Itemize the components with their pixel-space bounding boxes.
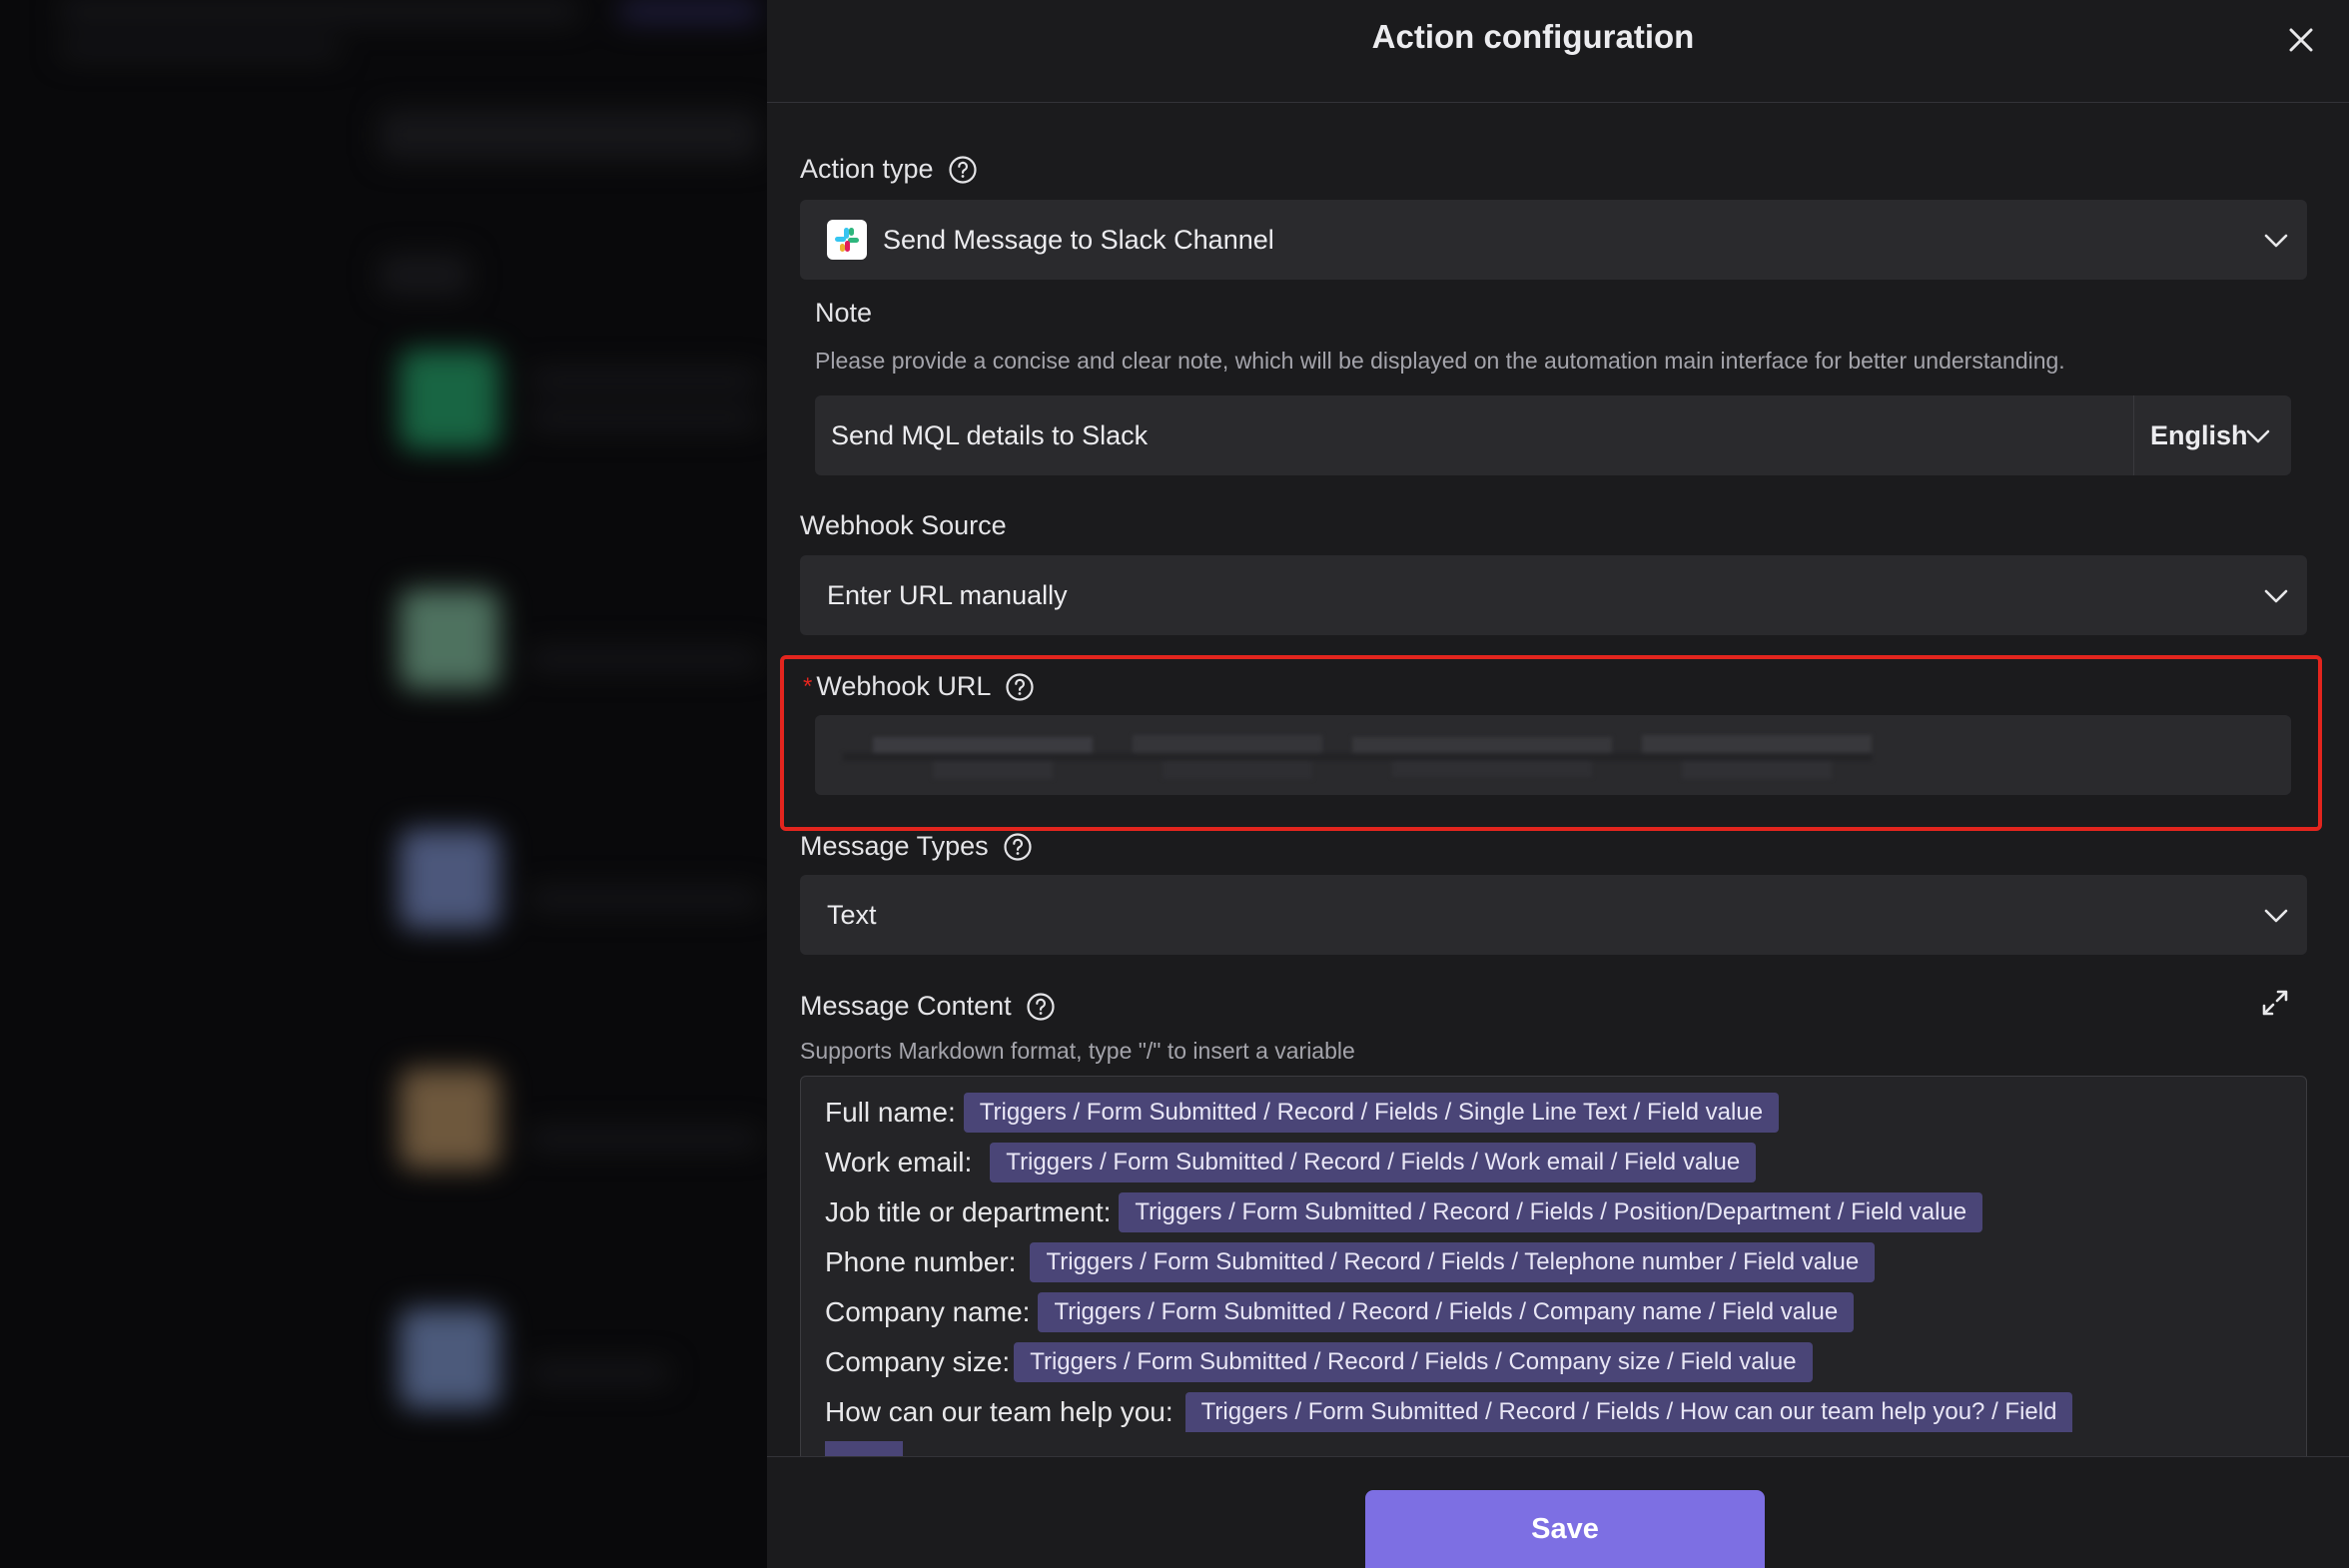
chevron-down-icon (2264, 234, 2288, 248)
help-icon[interactable] (948, 155, 978, 185)
message-types-label-text: Message Types (800, 831, 989, 861)
message-content-label: Message Content (800, 991, 1056, 1022)
webhook-source-select[interactable]: Enter URL manually (800, 555, 2307, 635)
message-types-select[interactable]: Text (800, 875, 2307, 955)
save-button[interactable]: Save (1365, 1490, 1765, 1568)
content-line-company-name: Company name: Triggers / Form Submitted … (825, 1292, 1855, 1332)
slack-icon (827, 220, 867, 260)
variable-chip[interactable]: Triggers / Form Submitted / Record / Fie… (990, 1143, 1757, 1182)
message-content-label-text: Message Content (800, 991, 1012, 1021)
content-line-key: How can our team help you: (825, 1396, 1174, 1427)
panel-title: Action configuration (1371, 18, 1695, 55)
action-configuration-panel: Action configuration Action type Send Me… (767, 0, 2349, 1568)
message-types-label: Message Types (800, 831, 1033, 862)
note-hint: Please provide a concise and clear note,… (815, 348, 2065, 374)
expand-icon[interactable] (2259, 987, 2291, 1019)
redacted-url (833, 723, 1872, 787)
note-label: Note (815, 298, 873, 328)
chevron-down-icon (2246, 429, 2270, 443)
action-type-label-text: Action type (800, 154, 934, 184)
content-line-job-title: Job title or department: Triggers / Form… (825, 1192, 1983, 1232)
content-line-full-name: Full name: Triggers / Form Submitted / R… (825, 1093, 1780, 1133)
webhook-url-label-text: Webhook URL (816, 671, 992, 701)
message-content-hint: Supports Markdown format, type "/" to in… (800, 1038, 1355, 1064)
action-type-label: Action type (800, 154, 978, 185)
webhook-url-input[interactable] (815, 715, 2291, 795)
webhook-url-label: * Webhook URL (803, 671, 1035, 702)
content-line-key: Job title or department: (825, 1196, 1112, 1227)
content-line-work-email: Work email: Triggers / Form Submitted / … (825, 1143, 1757, 1182)
content-line-phone: Phone number: Triggers / Form Submitted … (825, 1242, 1876, 1282)
content-line-key: Company size: (825, 1346, 1011, 1377)
help-icon[interactable] (1005, 672, 1035, 702)
action-type-value: Send Message to Slack Channel (883, 224, 1274, 255)
variable-chip[interactable]: Triggers / Form Submitted / Record / Fie… (1014, 1342, 1813, 1382)
content-line-key: Full name: (825, 1097, 956, 1128)
variable-chip[interactable]: Triggers / Form Submitted / Record / Fie… (963, 1093, 1780, 1133)
required-mark: * (803, 672, 813, 700)
content-line-key: Phone number: (825, 1246, 1017, 1277)
webhook-source-label: Webhook Source (800, 510, 1007, 540)
note-input[interactable]: Send MQL details to Slack English (815, 395, 2291, 475)
chevron-down-icon (2264, 589, 2288, 603)
help-icon[interactable] (1026, 992, 1056, 1022)
content-line-team-help: How can our team help you: Triggers / Fo… (825, 1392, 2073, 1432)
variable-chip[interactable]: Triggers / Form Submitted / Record / Fie… (1030, 1242, 1876, 1282)
content-line-key: Work email: (825, 1147, 973, 1177)
message-types-value: Text (827, 899, 877, 930)
variable-chip[interactable]: Triggers / Form Submitted / Record / Fie… (1038, 1292, 1855, 1332)
panel-footer: Save (767, 1456, 2349, 1568)
content-line-company-size: Company size: Triggers / Form Submitted … (825, 1342, 1813, 1382)
chevron-down-icon (2264, 909, 2288, 923)
language-value: English (2150, 419, 2248, 450)
variable-chip[interactable]: Triggers / Form Submitted / Record / Fie… (1119, 1192, 1983, 1232)
variable-chip[interactable]: Triggers / Form Submitted / Record / Fie… (1184, 1392, 2073, 1432)
content-line-key: Company name: (825, 1296, 1031, 1327)
close-icon[interactable] (2281, 20, 2321, 60)
action-type-select[interactable]: Send Message to Slack Channel (800, 200, 2307, 280)
webhook-source-value: Enter URL manually (827, 579, 1068, 610)
language-select[interactable]: English (2133, 395, 2291, 475)
blurred-background (0, 0, 767, 1568)
help-icon[interactable] (1003, 832, 1033, 862)
note-input-value: Send MQL details to Slack (831, 419, 1149, 450)
panel-header: Action configuration (767, 0, 2349, 103)
